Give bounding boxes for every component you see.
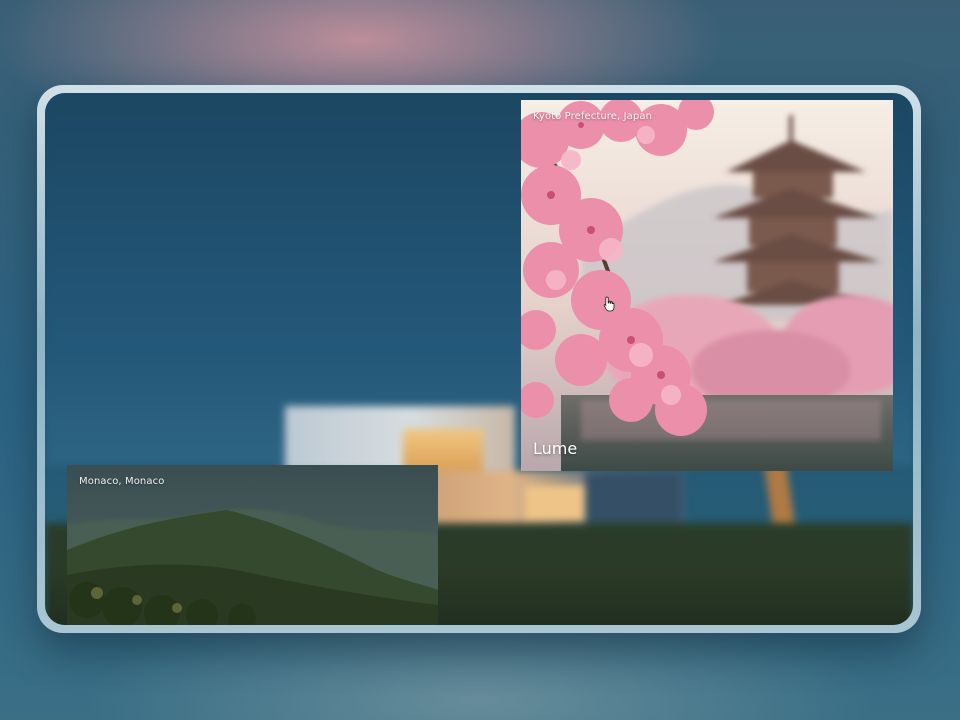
kyoto-photo <box>521 100 893 471</box>
monaco-photo <box>67 465 438 625</box>
screen: Kyoto Prefecture, Japan Lume Monaco, Mon… <box>45 93 913 625</box>
destination-card-kyoto[interactable]: Kyoto Prefecture, Japan Lume <box>521 100 893 471</box>
card-location-label: Monaco, Monaco <box>79 476 165 487</box>
card-location-label: Kyoto Prefecture, Japan <box>533 111 653 122</box>
destination-card-monaco[interactable]: Monaco, Monaco <box>67 465 438 625</box>
card-title: Lume <box>533 439 578 458</box>
background-house-glow <box>525 485 585 521</box>
background-house-dark <box>585 473 680 528</box>
device-frame: Kyoto Prefecture, Japan Lume Monaco, Mon… <box>37 85 921 633</box>
pointer-hand-icon <box>603 296 615 312</box>
